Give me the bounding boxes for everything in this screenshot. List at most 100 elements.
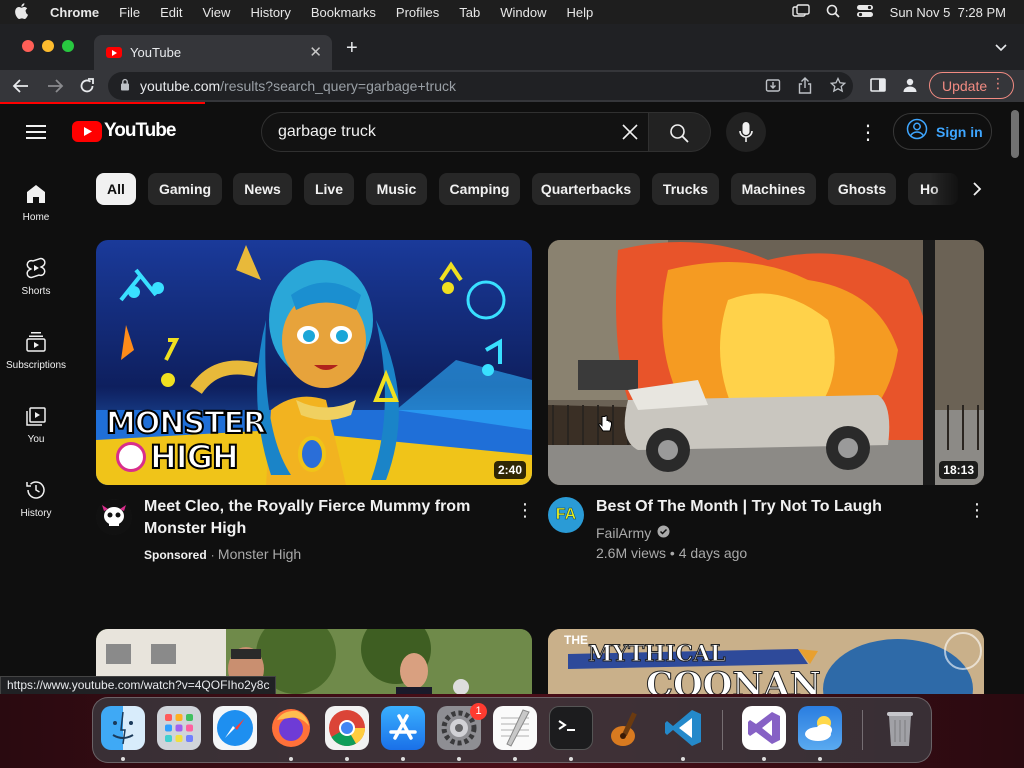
vscode-icon[interactable] bbox=[661, 706, 705, 750]
zoom-window-button[interactable] bbox=[62, 40, 74, 52]
nav-subscriptions[interactable]: Subscriptions bbox=[0, 330, 72, 371]
thumb-text-monster: MONSTER bbox=[105, 405, 267, 442]
search-box[interactable]: garbage truck bbox=[261, 112, 649, 152]
visual-studio-icon[interactable] bbox=[742, 706, 786, 750]
garageband-icon[interactable] bbox=[605, 706, 649, 750]
clear-search-icon[interactable] bbox=[621, 123, 639, 146]
voice-search-button[interactable] bbox=[726, 112, 766, 152]
chrome-menu-icon[interactable]: ⋮ bbox=[991, 75, 1005, 92]
youtube-logo-icon bbox=[72, 120, 102, 142]
close-tab-icon[interactable]: ✕ bbox=[309, 43, 322, 61]
home-icon bbox=[27, 185, 45, 203]
chip-trucks[interactable]: Trucks bbox=[652, 173, 719, 205]
nav-home[interactable]: Home bbox=[0, 182, 72, 223]
chip-quarterbacks[interactable]: Quarterbacks bbox=[532, 173, 640, 205]
menu-window[interactable]: Window bbox=[500, 5, 546, 20]
chip-gaming[interactable]: Gaming bbox=[148, 173, 222, 205]
search-input[interactable]: garbage truck bbox=[278, 123, 376, 141]
search-button[interactable] bbox=[648, 112, 711, 152]
menu-bookmarks[interactable]: Bookmarks bbox=[311, 5, 376, 20]
safari-icon[interactable] bbox=[213, 706, 257, 750]
mouse-pointer-hand-icon bbox=[598, 415, 612, 438]
menu-view[interactable]: View bbox=[202, 5, 230, 20]
chip-live[interactable]: Live bbox=[304, 173, 354, 205]
chip-camping[interactable]: Camping bbox=[439, 173, 520, 205]
video-options-kebab-icon[interactable]: ⋮ bbox=[968, 500, 986, 521]
search-icon bbox=[669, 123, 689, 148]
youtube-logo[interactable]: YouTube bbox=[72, 120, 176, 142]
channel-avatar-monster-high[interactable] bbox=[96, 499, 132, 535]
back-arrow-icon[interactable] bbox=[12, 77, 30, 100]
terminal-icon[interactable] bbox=[549, 706, 593, 750]
bookmark-star-icon[interactable] bbox=[829, 76, 847, 96]
url-host: youtube.com bbox=[140, 78, 221, 94]
channel-avatar-failarmy[interactable]: FA bbox=[548, 497, 584, 533]
nav-shorts[interactable]: Shorts bbox=[0, 256, 72, 297]
chrome-update-button[interactable]: Update ⋮ bbox=[929, 72, 1014, 99]
trash-icon[interactable] bbox=[878, 706, 922, 750]
menu-file[interactable]: File bbox=[119, 5, 140, 20]
browser-tab-youtube[interactable]: YouTube ✕ bbox=[94, 35, 332, 70]
video-thumbnail-row2-right[interactable]: THE MYTHICAL COONAN bbox=[548, 629, 984, 699]
sign-in-button[interactable]: Sign in bbox=[893, 113, 992, 150]
launchpad-icon[interactable] bbox=[157, 706, 201, 750]
lock-icon[interactable] bbox=[120, 78, 130, 94]
close-window-button[interactable] bbox=[22, 40, 34, 52]
youtube-favicon-icon bbox=[106, 47, 122, 58]
you-icon bbox=[26, 407, 46, 426]
chip-ghosts[interactable]: Ghosts bbox=[828, 173, 896, 205]
running-indicator bbox=[818, 757, 822, 761]
chrome-icon[interactable] bbox=[325, 706, 369, 750]
video-title-monster-high[interactable]: Meet Cleo, the Royally Fierce Mummy from… bbox=[144, 496, 484, 540]
side-panel-icon[interactable] bbox=[870, 77, 886, 98]
verified-check-icon bbox=[657, 525, 670, 541]
menu-profiles[interactable]: Profiles bbox=[396, 5, 439, 20]
chips-next-chevron-icon[interactable] bbox=[972, 181, 982, 202]
hamburger-menu-icon[interactable] bbox=[26, 124, 46, 145]
profile-icon[interactable] bbox=[902, 77, 918, 98]
video-title-failarmy[interactable]: Best Of The Month | Try Not To Laugh bbox=[596, 496, 956, 518]
dock-separator bbox=[862, 710, 863, 750]
menu-tab[interactable]: Tab bbox=[459, 5, 480, 20]
menu-app-name[interactable]: Chrome bbox=[50, 5, 99, 20]
firefox-icon[interactable] bbox=[269, 706, 313, 750]
chip-music[interactable]: Music bbox=[366, 173, 427, 205]
control-center-icon[interactable] bbox=[856, 4, 874, 21]
skull-logo-icon bbox=[96, 499, 132, 535]
subscriptions-icon bbox=[26, 332, 46, 352]
video-thumbnail-monster-high[interactable]: MONSTER HIGH 2:40 bbox=[96, 240, 532, 485]
video-thumbnail-failarmy[interactable]: 18:13 bbox=[548, 240, 984, 485]
chip-news[interactable]: News bbox=[233, 173, 292, 205]
chip-all[interactable]: All bbox=[96, 173, 136, 205]
running-indicator bbox=[401, 757, 405, 761]
channel-name-monster-high[interactable]: Monster High bbox=[218, 546, 301, 562]
app-store-icon[interactable] bbox=[381, 706, 425, 750]
new-tab-icon[interactable]: + bbox=[346, 37, 358, 60]
share-icon[interactable] bbox=[798, 77, 812, 97]
nav-you[interactable]: You bbox=[0, 404, 72, 445]
nav-history[interactable]: History bbox=[0, 478, 72, 519]
install-app-icon[interactable] bbox=[765, 78, 781, 97]
finder-icon[interactable] bbox=[101, 706, 145, 750]
reload-icon[interactable] bbox=[78, 77, 96, 100]
spotlight-search-icon[interactable] bbox=[826, 4, 840, 21]
minimize-window-button[interactable] bbox=[42, 40, 54, 52]
tab-search-chevron-icon[interactable] bbox=[995, 39, 1007, 57]
menu-edit[interactable]: Edit bbox=[160, 5, 182, 20]
screen-mirroring-icon[interactable] bbox=[791, 3, 810, 21]
chip-machines[interactable]: Machines bbox=[731, 173, 816, 205]
menu-history[interactable]: History bbox=[250, 5, 290, 20]
forward-arrow-icon[interactable] bbox=[46, 77, 64, 100]
settings-kebab-icon[interactable]: ⋮ bbox=[858, 120, 878, 145]
video-options-kebab-icon[interactable]: ⋮ bbox=[516, 500, 534, 521]
page-scrollbar-thumb[interactable] bbox=[1011, 110, 1019, 158]
address-bar[interactable]: youtube.com/results?search_query=garbage… bbox=[108, 72, 853, 100]
menu-help[interactable]: Help bbox=[567, 5, 594, 20]
channel-name-failarmy[interactable]: FailArmy bbox=[596, 525, 651, 541]
nav-history-label: History bbox=[20, 508, 52, 519]
menubar-clock[interactable]: Sun Nov 5 7:28 PM bbox=[890, 5, 1006, 20]
apple-icon[interactable] bbox=[14, 2, 36, 22]
weather-icon[interactable] bbox=[798, 706, 842, 750]
youtube-page: YouTube garbage truck ⋮ Sign in Home Sho… bbox=[0, 104, 1024, 768]
textedit-icon[interactable] bbox=[493, 706, 537, 750]
